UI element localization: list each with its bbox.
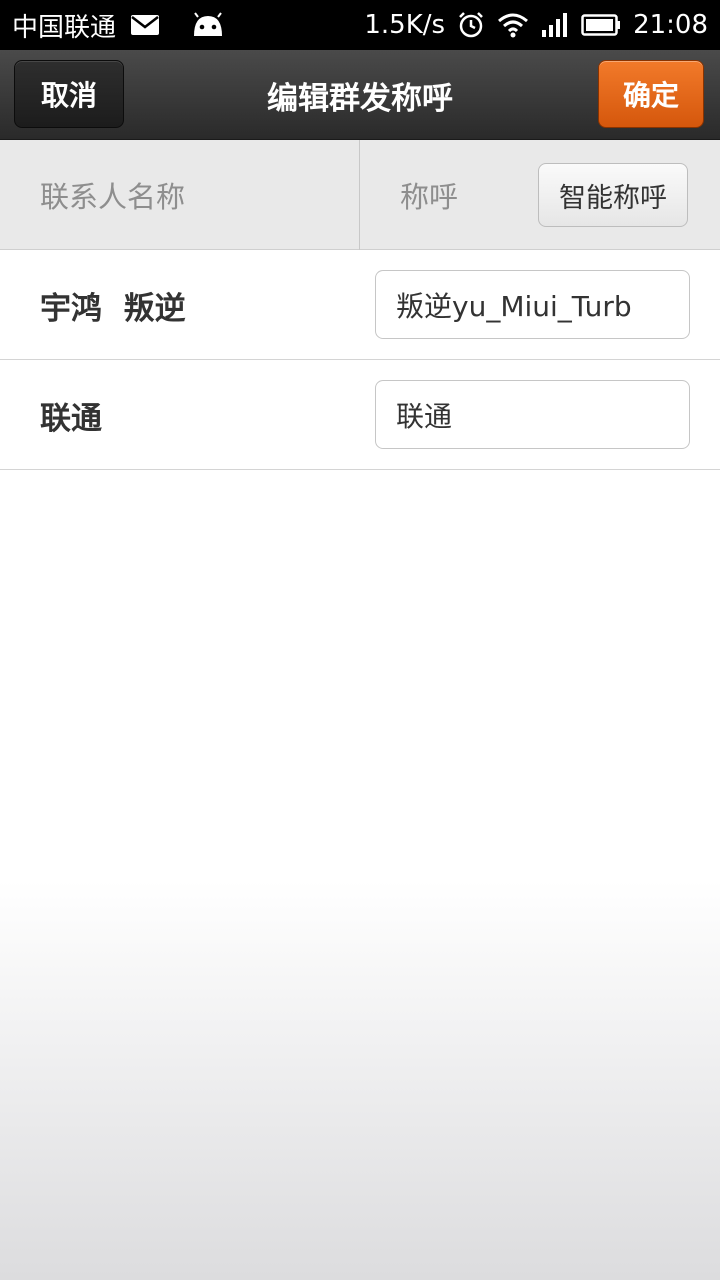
- alarm-icon: [457, 11, 485, 39]
- contact-name: 联通: [40, 400, 102, 437]
- cancel-button[interactable]: 取消: [14, 60, 124, 128]
- contact-row: 联通 联通: [0, 360, 720, 470]
- status-left: 中国联通: [12, 7, 226, 44]
- background-fade: [0, 880, 720, 1280]
- salutation-input[interactable]: 联通: [375, 380, 690, 449]
- android-icon: [190, 12, 226, 38]
- salutation-input[interactable]: 叛逆yu_Miui_Turb: [375, 270, 690, 339]
- carrier-name: 中国联通: [12, 12, 117, 43]
- status-bar: 中国联通 1.5K/s 21:08: [0, 0, 720, 50]
- column-divider: [359, 140, 360, 250]
- contact-name-header: 联系人名称: [40, 180, 186, 214]
- salutation-header: 称呼: [400, 180, 459, 214]
- contact-name: 宇鸿 叛逆: [40, 290, 186, 327]
- wifi-icon: [497, 12, 529, 38]
- battery-icon: [581, 13, 621, 37]
- mail-icon: [130, 14, 160, 36]
- network-speed: 1.5K/s: [364, 10, 446, 40]
- smart-salutation-button[interactable]: 智能称呼: [538, 163, 688, 227]
- title-bar: 取消 编辑群发称呼 确定: [0, 50, 720, 140]
- column-header: 联系人名称 称呼 智能称呼: [0, 140, 720, 250]
- confirm-button[interactable]: 确定: [598, 60, 704, 128]
- status-right: 1.5K/s 21:08: [364, 10, 708, 40]
- screen: 中国联通 1.5K/s 21:08 取消 编辑群发称呼 确定 联系人名称 称呼 …: [0, 0, 720, 1280]
- page-title: 编辑群发称呼: [267, 80, 453, 117]
- contact-row: 宇鸿 叛逆 叛逆yu_Miui_Turb: [0, 250, 720, 360]
- signal-icon: [541, 12, 569, 38]
- clock: 21:08: [633, 10, 708, 40]
